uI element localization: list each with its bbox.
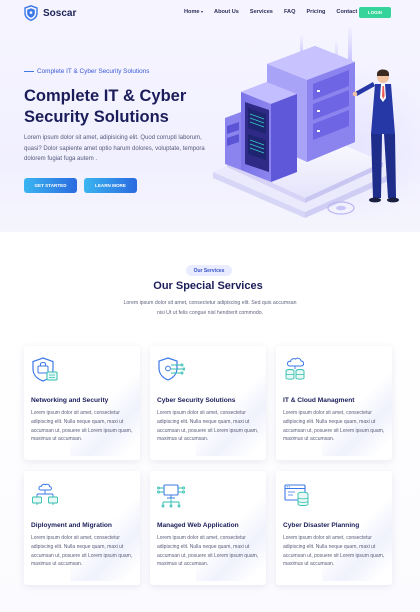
get-started-button[interactable]: GET STARTED [24, 178, 77, 193]
nav-pricing[interactable]: Pricing [306, 9, 325, 15]
shield-network-icon [32, 357, 58, 382]
eyebrow-line [24, 71, 34, 72]
nav-home-label: Home [184, 9, 200, 15]
nav-faq[interactable]: FAQ [284, 9, 296, 15]
service-card-deployment[interactable]: Diployment and Migration Lorem ipsum dol… [24, 471, 140, 585]
browser-database-icon [284, 484, 309, 506]
monitor-network-icon [157, 484, 185, 508]
hero-eyebrow: Complete IT & Cyber Security Solutions [24, 68, 149, 75]
service-card-text: Lorem ipsum dolor sit amet, consectetur … [31, 410, 133, 443]
service-card-title: IT & Cloud Managment [283, 397, 355, 404]
main-menu: Home About Us Services FAQ Pricing Conta… [184, 9, 368, 15]
shield-logo-icon [24, 5, 38, 21]
service-card-title: Networking and Security [31, 397, 109, 404]
nav-about[interactable]: About Us [214, 9, 239, 15]
service-card-cyber-security[interactable]: Cyber Security Solutions Lorem ipsum dol… [150, 346, 266, 460]
service-card-title: Diployment and Migration [31, 522, 112, 529]
service-card-title: Cyber Disaster Planning [283, 522, 360, 529]
service-card-title: Managed Web Application [157, 522, 239, 529]
chevron-down-icon [201, 11, 204, 13]
nav-pricing-label: Pricing [306, 9, 326, 15]
service-card-text: Lorem ipsum dolor sit amet, consectetur … [157, 535, 259, 568]
server-rack-illustration [213, 28, 399, 218]
services-pill: Our Services [186, 265, 232, 276]
nav-faq-label: FAQ [283, 9, 296, 15]
hero-eyebrow-text: Complete IT & Cyber Security Solutions [37, 68, 150, 75]
nav-home[interactable]: Home [184, 9, 204, 15]
service-card-networking[interactable]: Networking and Security Lorem ipsum dolo… [24, 346, 140, 460]
services-description: Lorem ipsum dolor sit amet, consectetur … [123, 300, 297, 316]
login-button[interactable]: LOGIN [359, 7, 391, 18]
brand-name: Soscar [43, 7, 77, 19]
nav-contact[interactable]: Contact [336, 9, 357, 15]
hero-description: Lorem ipsum dolor sit amet, adipisicing … [24, 135, 205, 162]
service-card-it-cloud[interactable]: IT & Cloud Managment Lorem ipsum dolor s… [276, 346, 392, 460]
service-card-disaster-planning[interactable]: Cyber Disaster Planning Lorem ipsum dolo… [276, 471, 392, 585]
cloud-monitors-icon [32, 483, 58, 505]
nav-about-label: About Us [214, 9, 239, 15]
service-card-text: Lorem ipsum dolor sit amet, consectetur … [283, 410, 385, 443]
services-title: Our Special Services [153, 280, 263, 292]
service-card-web-app[interactable]: Managed Web Application Lorem ipsum dolo… [150, 471, 266, 585]
nav-services[interactable]: Services [250, 9, 273, 15]
service-card-text: Lorem ipsum dolor sit amet, consectetur … [283, 535, 385, 568]
brand-logo[interactable]: Soscar [24, 5, 76, 21]
nav-services-label: Services [249, 9, 273, 15]
service-card-text: Lorem ipsum dolor sit amet, consectetur … [31, 535, 133, 568]
service-card-title: Cyber Security Solutions [157, 397, 236, 404]
nav-contact-label: Contact [336, 9, 358, 15]
cloud-database-icon [285, 357, 305, 380]
hero-title: Complete IT & Cyber Security Solutions [24, 87, 187, 126]
shield-circuit-icon [158, 357, 185, 381]
learn-more-button[interactable]: LEARN MORE [84, 178, 137, 193]
service-card-text: Lorem ipsum dolor sit amet, consectetur … [157, 410, 259, 443]
